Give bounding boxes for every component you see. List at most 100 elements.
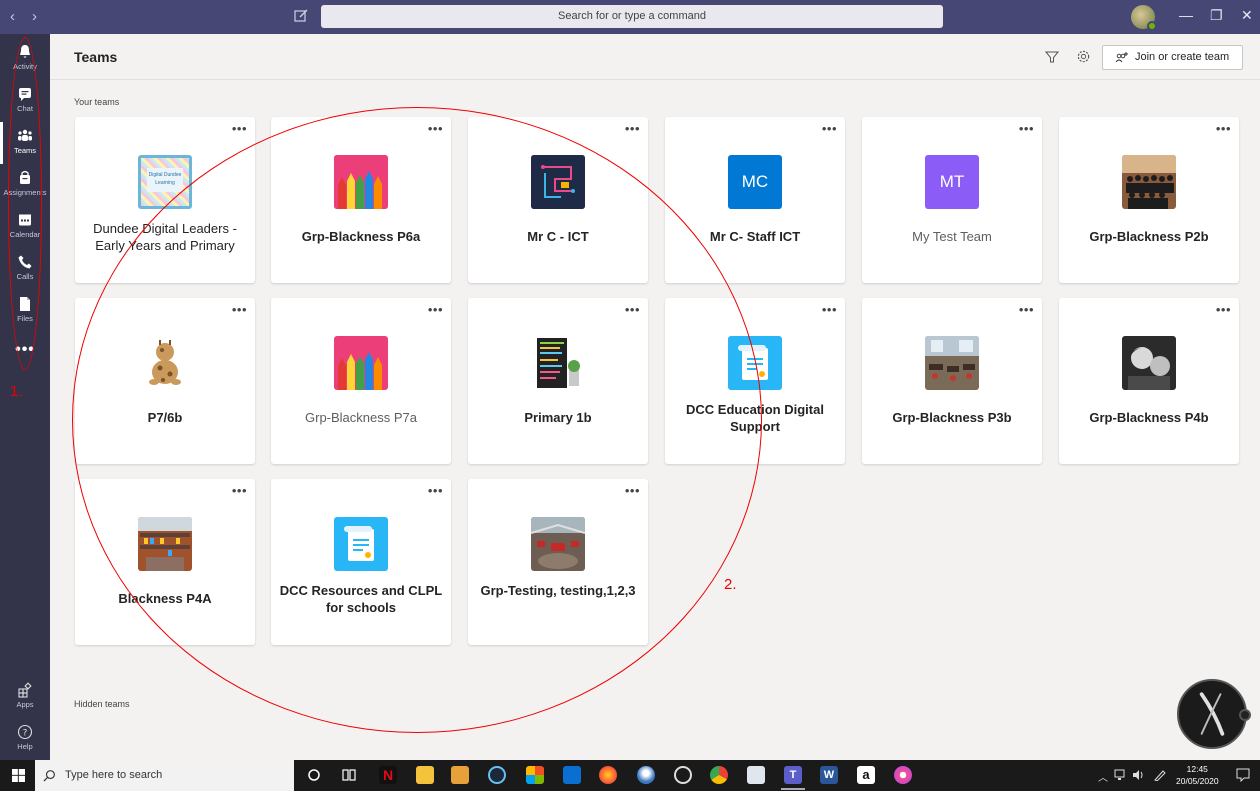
join-or-create-team-button[interactable]: Join or create team bbox=[1102, 45, 1243, 70]
windows-taskbar: Type here to search N T W a ︿ 12:45 20/0… bbox=[0, 760, 1260, 791]
amazon-icon[interactable]: a bbox=[857, 766, 875, 784]
team-card[interactable]: ••• Blackness P4A bbox=[75, 479, 255, 645]
team-card[interactable]: ••• P7/6b bbox=[75, 298, 255, 464]
file-icon bbox=[20, 297, 30, 311]
pencils-icon bbox=[334, 155, 388, 209]
taskbar-search-input[interactable]: Type here to search bbox=[35, 760, 294, 791]
team-name: Grp-Blackness P7a bbox=[305, 410, 417, 425]
rail-item-help[interactable]: ? Help bbox=[0, 724, 50, 751]
teams-icon bbox=[18, 129, 32, 141]
rail-item-files[interactable]: Files bbox=[0, 290, 50, 332]
network-icon[interactable] bbox=[1114, 769, 1128, 781]
team-more-options-icon[interactable]: ••• bbox=[232, 483, 247, 498]
svg-text:?: ? bbox=[23, 729, 28, 739]
page-title: Teams bbox=[74, 49, 118, 65]
steam-icon[interactable] bbox=[488, 766, 506, 784]
team-more-options-icon[interactable]: ••• bbox=[232, 302, 247, 317]
itunes-icon[interactable] bbox=[894, 766, 912, 784]
your-teams-label: Your teams bbox=[74, 97, 120, 107]
team-more-options-icon[interactable]: ••• bbox=[625, 483, 640, 498]
netflix-icon[interactable]: N bbox=[379, 766, 397, 784]
file-explorer-icon[interactable] bbox=[416, 766, 434, 784]
camera-icon bbox=[1239, 709, 1251, 721]
team-more-options-icon[interactable]: ••• bbox=[1216, 121, 1231, 136]
team-card[interactable]: ••• Grp-Blackness P6a bbox=[271, 117, 451, 283]
team-more-options-icon[interactable]: ••• bbox=[428, 302, 443, 317]
team-card[interactable]: ••• Primary 1b bbox=[468, 298, 648, 464]
team-card[interactable]: ••• DCC Education Digital Support bbox=[665, 298, 845, 464]
volume-icon[interactable] bbox=[1132, 769, 1146, 781]
team-more-options-icon[interactable]: ••• bbox=[1019, 121, 1034, 136]
firefox-icon[interactable] bbox=[599, 766, 617, 784]
system-clock[interactable]: 12:45 20/05/2020 bbox=[1176, 763, 1219, 787]
team-more-options-icon[interactable]: ••• bbox=[428, 483, 443, 498]
browser-icon[interactable] bbox=[637, 766, 655, 784]
gear-icon[interactable] bbox=[1076, 49, 1091, 64]
windows-start-icon[interactable] bbox=[12, 769, 25, 782]
compose-icon[interactable] bbox=[292, 7, 310, 25]
title-bar: ‹ › Search for or type a command — ❐ ✕ bbox=[0, 0, 1260, 34]
team-picture: Digital Dundee Learning bbox=[138, 155, 192, 209]
snipping-tool-icon[interactable] bbox=[747, 766, 765, 784]
notifications-icon[interactable] bbox=[1236, 768, 1250, 782]
team-initials-tile: MC bbox=[728, 155, 782, 209]
team-name: Grp-Blackness P3b bbox=[892, 410, 1012, 425]
overlay-x-logo[interactable] bbox=[1177, 679, 1251, 749]
minimize-button[interactable]: — bbox=[1179, 7, 1193, 23]
rail-item-apps[interactable]: Apps bbox=[0, 682, 50, 709]
mail-icon[interactable] bbox=[563, 766, 581, 784]
teams-header: Teams Join or create team bbox=[50, 34, 1260, 80]
rail-item-chat[interactable]: Chat bbox=[0, 80, 50, 122]
cortana-icon[interactable] bbox=[305, 766, 323, 784]
team-name: Blackness P4A bbox=[118, 591, 212, 606]
team-more-options-icon[interactable]: ••• bbox=[822, 121, 837, 136]
team-card[interactable]: ••• DCC Resources and CLPL for schools bbox=[271, 479, 451, 645]
rail-item-teams[interactable]: Teams bbox=[0, 122, 50, 164]
team-card[interactable]: ••• Grp-Blackness P7a bbox=[271, 298, 451, 464]
team-card[interactable]: ••• MT My Test Team bbox=[862, 117, 1042, 283]
team-more-options-icon[interactable]: ••• bbox=[625, 121, 640, 136]
team-card[interactable]: ••• Mr C - ICT bbox=[468, 117, 648, 283]
microsoft-store-icon[interactable] bbox=[526, 766, 544, 784]
team-name: Primary 1b bbox=[524, 410, 592, 425]
team-more-options-icon[interactable]: ••• bbox=[822, 302, 837, 317]
tray-chevron-icon[interactable]: ︿ bbox=[1098, 769, 1108, 784]
hidden-teams-label[interactable]: Hidden teams bbox=[74, 699, 130, 709]
team-name: Mr C - ICT bbox=[527, 229, 589, 244]
command-search-input[interactable]: Search for or type a command bbox=[321, 5, 943, 28]
back-arrow-icon[interactable]: ‹ bbox=[10, 8, 15, 25]
annotation-label-2: 2. bbox=[724, 576, 737, 593]
chat-icon bbox=[19, 88, 31, 101]
team-card[interactable]: ••• Grp-Testing, testing,1,2,3 bbox=[468, 479, 648, 645]
rail-item-activity[interactable]: Activity bbox=[0, 38, 50, 80]
more-apps-button[interactable]: ••• bbox=[0, 341, 50, 359]
circuit-icon bbox=[531, 155, 585, 209]
filter-icon[interactable] bbox=[1045, 50, 1059, 64]
rail-item-calls[interactable]: Calls bbox=[0, 248, 50, 290]
team-card[interactable]: ••• Grp-Blackness P2b bbox=[1059, 117, 1239, 283]
maximize-button[interactable]: ❐ bbox=[1210, 7, 1223, 24]
chrome-icon[interactable] bbox=[710, 766, 728, 784]
team-card[interactable]: ••• Grp-Blackness P3b bbox=[862, 298, 1042, 464]
media-player-icon[interactable] bbox=[451, 766, 469, 784]
obs-icon[interactable] bbox=[674, 766, 692, 784]
rail-item-calendar[interactable]: Calendar bbox=[0, 206, 50, 248]
team-card[interactable]: ••• Grp-Blackness P4b bbox=[1059, 298, 1239, 464]
team-more-options-icon[interactable]: ••• bbox=[1216, 302, 1231, 317]
user-avatar[interactable] bbox=[1131, 5, 1157, 31]
team-more-options-icon[interactable]: ••• bbox=[232, 121, 247, 136]
team-more-options-icon[interactable]: ••• bbox=[1019, 302, 1034, 317]
rail-item-assignments[interactable]: Assignments bbox=[0, 164, 50, 206]
team-card[interactable]: ••• MC Mr C- Staff ICT bbox=[665, 117, 845, 283]
word-icon[interactable]: W bbox=[820, 766, 838, 784]
microsoft-teams-taskbar-icon[interactable]: T bbox=[781, 766, 805, 790]
team-more-options-icon[interactable]: ••• bbox=[625, 302, 640, 317]
team-more-options-icon[interactable]: ••• bbox=[428, 121, 443, 136]
help-icon: ? bbox=[17, 724, 33, 740]
add-team-icon bbox=[1115, 52, 1128, 63]
team-card[interactable]: ••• Digital Dundee Learning Dundee Digit… bbox=[75, 117, 255, 283]
forward-arrow-icon[interactable]: › bbox=[32, 8, 37, 25]
pen-icon[interactable] bbox=[1153, 769, 1167, 781]
task-view-icon[interactable] bbox=[340, 766, 358, 784]
close-button[interactable]: ✕ bbox=[1241, 7, 1253, 24]
